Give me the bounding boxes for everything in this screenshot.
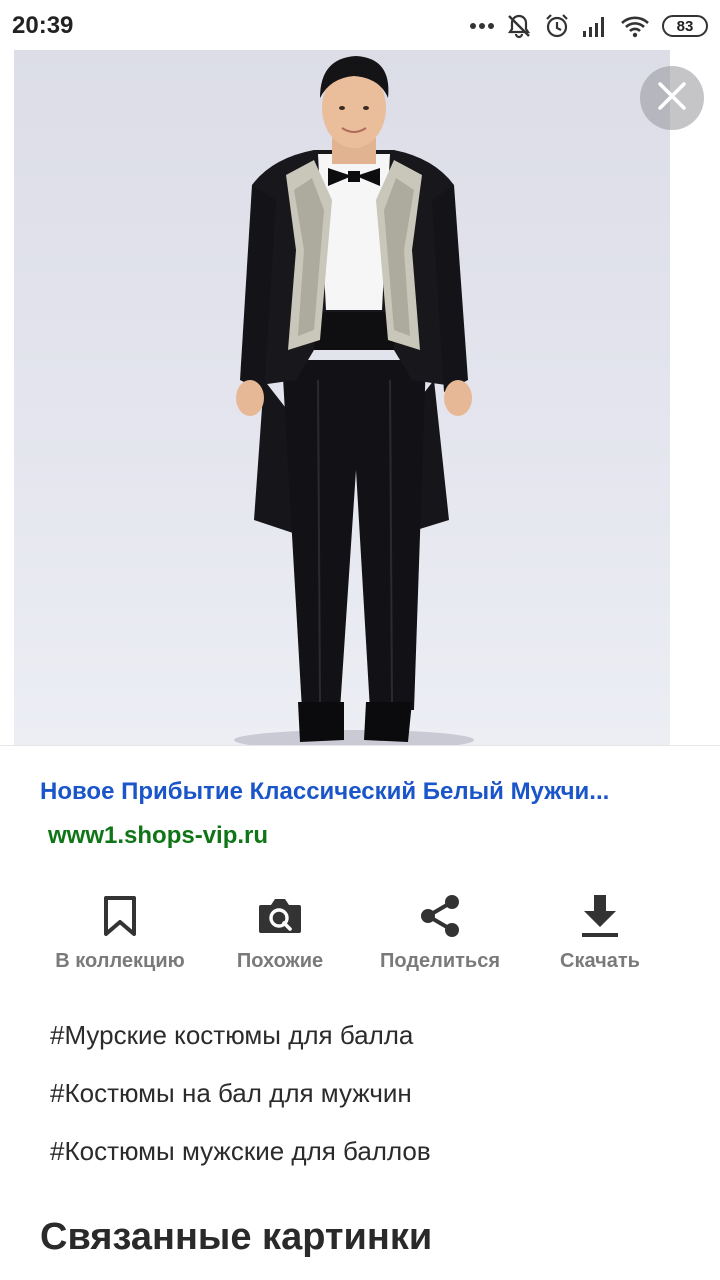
bookmark-icon <box>102 888 138 944</box>
notifications-off-icon <box>506 13 532 39</box>
related-images-heading: Связанные картинки <box>40 1216 433 1258</box>
status-time: 20:39 <box>12 12 74 39</box>
tag-link[interactable]: #Мурские костюмы для балла <box>50 1015 431 1073</box>
download-icon <box>580 888 620 944</box>
image-viewer <box>0 50 720 745</box>
status-icons: 83 <box>470 12 708 40</box>
download-label: Скачать <box>560 950 640 972</box>
add-to-collection-label: В коллекцию <box>55 950 185 972</box>
signal-icon <box>582 15 608 37</box>
result-url-link[interactable]: www1.shops-vip.ru <box>48 822 268 850</box>
similar-label: Похожие <box>236 950 324 972</box>
alarm-icon <box>544 13 570 39</box>
man-in-tailcoat-photo[interactable] <box>14 50 670 745</box>
action-bar: В коллекцию Похожие Поделиться Скачать <box>0 888 720 988</box>
close-icon <box>657 81 687 116</box>
status-bar: 20:39 83 <box>0 0 720 50</box>
share-label: Поделиться <box>379 950 501 972</box>
wifi-icon <box>620 14 650 38</box>
add-to-collection-button[interactable]: В коллекцию <box>40 888 200 988</box>
close-button[interactable] <box>640 66 704 130</box>
tag-link[interactable]: #Костюмы на бал для мужчин <box>50 1073 431 1131</box>
camera-search-icon <box>257 888 303 944</box>
dots-icon <box>470 22 494 30</box>
tag-list: #Мурские костюмы для балла #Костюмы на б… <box>50 1015 431 1189</box>
share-icon <box>418 888 462 944</box>
battery-icon: 83 <box>662 15 708 37</box>
similar-button[interactable]: Похожие <box>200 888 360 988</box>
share-button[interactable]: Поделиться <box>360 888 520 988</box>
download-button[interactable]: Скачать <box>520 888 680 988</box>
result-title-link[interactable]: Новое Прибытие Классический Белый Мужчи.… <box>40 778 690 806</box>
divider <box>0 745 720 746</box>
tag-link[interactable]: #Костюмы мужские для баллов <box>50 1131 431 1189</box>
